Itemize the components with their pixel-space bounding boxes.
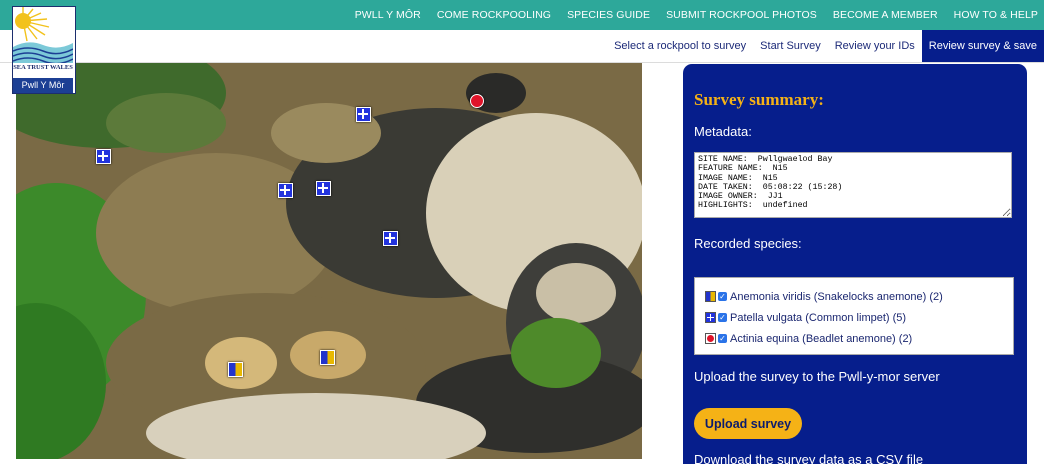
species-checkbox[interactable]: ✓ [718, 334, 727, 343]
snakelocks-marker-icon[interactable] [228, 362, 243, 377]
limpet-marker-icon[interactable] [383, 231, 398, 246]
species-checkbox[interactable]: ✓ [718, 292, 727, 301]
step-select-rockpool[interactable]: Select a rockpool to survey [607, 30, 753, 62]
beadlet-marker-icon [705, 333, 716, 344]
nav-become-a-member[interactable]: BECOME A MEMBER [833, 9, 938, 21]
rockpool-image [16, 63, 642, 459]
upload-instructions: Upload the survey to the Pwll-y-mor serv… [694, 369, 940, 384]
site-logo[interactable]: SEA TRUST WALES Pwll Y Môr [12, 6, 76, 94]
nav-how-to-help[interactable]: HOW TO & HELP [954, 9, 1038, 21]
survey-steps-nav: Select a rockpool to survey Start Survey… [0, 30, 1044, 63]
nav-pwll-y-mor[interactable]: PWLL Y MÔR [355, 9, 421, 21]
snakelocks-marker-icon[interactable] [320, 350, 335, 365]
limpet-marker-icon[interactable] [96, 149, 111, 164]
species-checkbox[interactable]: ✓ [718, 313, 727, 322]
top-navigation-bar: PWLL Y MÔR COME ROCKPOOLING SPECIES GUID… [0, 0, 1044, 30]
metadata-textarea[interactable]: SITE NAME: Pwllgwaelod Bay FEATURE NAME:… [694, 152, 1012, 218]
recorded-species-list: ✓ Anemonia viridis (Snakelocks anemone) … [694, 277, 1014, 355]
metadata-label: Metadata: [694, 124, 752, 139]
species-label: Patella vulgata (Common limpet) (5) [730, 311, 907, 324]
upload-survey-button[interactable]: Upload survey [694, 408, 802, 439]
limpet-marker-icon [705, 312, 716, 323]
species-row-snakelocks: ✓ Anemonia viridis (Snakelocks anemone) … [705, 286, 1013, 307]
logo-name-text: Pwll Y Môr [13, 78, 73, 93]
species-row-beadlet: ✓ Actinia equina (Beadlet anemone) (2) [705, 328, 1013, 349]
step-review-ids[interactable]: Review your IDs [828, 30, 922, 62]
sun-waves-logo-icon [13, 7, 73, 63]
limpet-marker-icon[interactable] [356, 107, 371, 122]
step-start-survey[interactable]: Start Survey [753, 30, 828, 62]
top-nav-menu: PWLL Y MÔR COME ROCKPOOLING SPECIES GUID… [355, 0, 1044, 30]
limpet-marker-icon[interactable] [316, 181, 331, 196]
panel-title: Survey summary: [694, 90, 824, 109]
download-instructions: Download the survey data as a CSV file [694, 452, 924, 464]
nav-come-rockpooling[interactable]: COME ROCKPOOLING [437, 9, 551, 21]
nav-submit-rockpool-photos[interactable]: SUBMIT ROCKPOOL PHOTOS [666, 9, 817, 21]
rockpool-photo[interactable] [16, 63, 642, 459]
step-review-survey-save[interactable]: Review survey & save [921, 30, 1044, 62]
recorded-species-label: Recorded species: [694, 236, 802, 251]
species-label: Anemonia viridis (Snakelocks anemone) (2… [730, 290, 943, 303]
logo-org-text: SEA TRUST WALES [13, 64, 73, 71]
species-row-limpet: ✓ Patella vulgata (Common limpet) (5) [705, 307, 1013, 328]
limpet-marker-icon[interactable] [278, 183, 293, 198]
snakelocks-marker-icon [705, 291, 716, 302]
species-label: Actinia equina (Beadlet anemone) (2) [730, 332, 913, 345]
nav-species-guide[interactable]: SPECIES GUIDE [567, 9, 650, 21]
beadlet-marker-icon[interactable] [470, 94, 484, 108]
survey-summary-panel: Survey summary: Metadata: SITE NAME: Pwl… [683, 64, 1027, 464]
